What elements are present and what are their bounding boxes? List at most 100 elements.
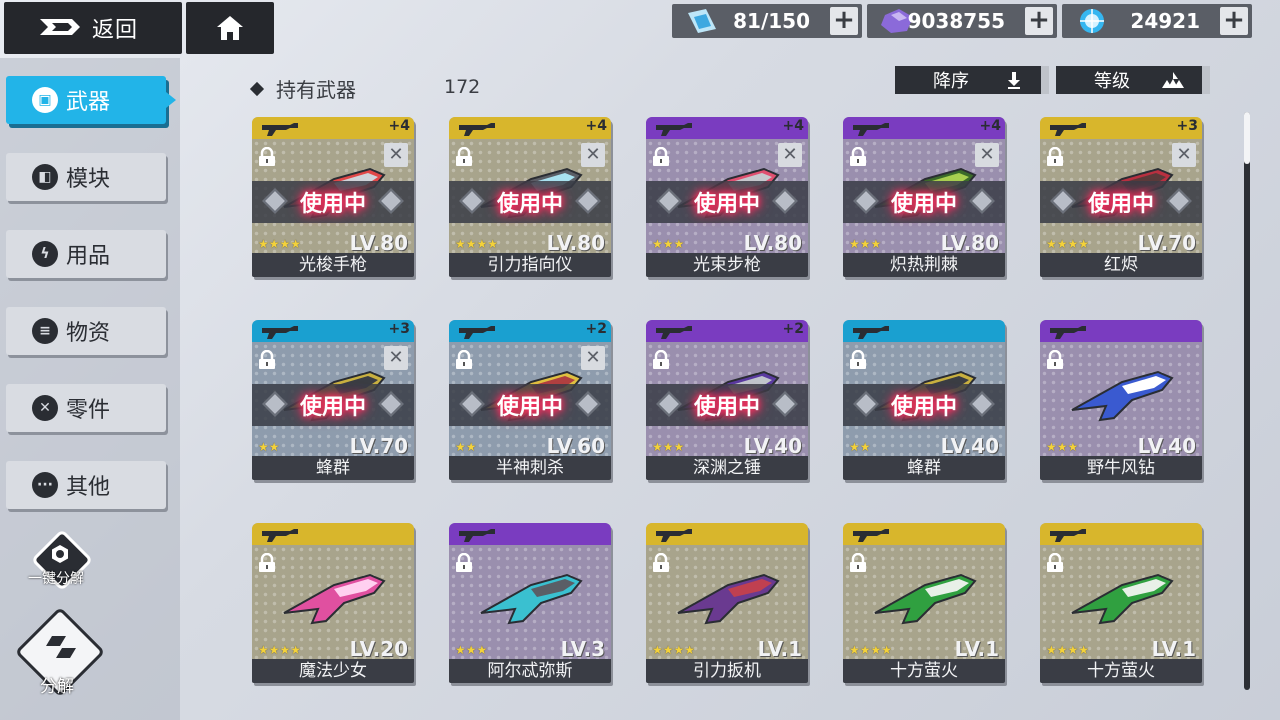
lock-icon[interactable]: [455, 553, 473, 573]
weapon-body: ✕ 使用中 ★★ LV.70: [252, 342, 414, 458]
in-use-label: 使用中: [496, 395, 563, 420]
lock-icon[interactable]: [455, 350, 473, 370]
weapon-body: ★★★ LV.40: [1040, 342, 1202, 458]
weapon-card[interactable]: +4 ✕ 使用中 ★★★★ LV.80: [449, 117, 611, 277]
home-icon: [217, 16, 243, 40]
download-arrow-icon: [1008, 72, 1020, 89]
lock-icon[interactable]: [652, 147, 670, 167]
weapon-card[interactable]: ★★★ LV.3 阿尔忒弥斯: [449, 523, 611, 683]
weapon-level: LV.60: [546, 434, 605, 458]
in-use-label: 使用中: [890, 395, 957, 420]
wrench-tool-icon[interactable]: ✕: [384, 346, 408, 370]
sidebar-item-label: 零件: [66, 398, 111, 423]
weapon-card[interactable]: +4 ✕ 使用中 ★★★ LV.80: [646, 117, 808, 277]
sidebar-item-parts[interactable]: ✕ 零件: [6, 384, 166, 432]
weapon-name: 光束步枪: [646, 253, 808, 277]
sidebar-item-modules[interactable]: ◧ 模块: [6, 153, 166, 201]
weapon-name: 引力指向仪: [449, 253, 611, 277]
weapon-level: LV.80: [940, 231, 999, 255]
rarity-tab: +2: [449, 320, 611, 342]
gun-type-icon: [853, 529, 889, 542]
sidebar-item-supplies[interactable]: ϟ 用品: [6, 230, 166, 278]
wrench-tool-icon[interactable]: ✕: [778, 143, 802, 167]
gun-type-icon: [459, 529, 495, 542]
add-stamina-button[interactable]: +: [830, 7, 858, 35]
sort-by-button[interactable]: 等级: [1056, 66, 1210, 94]
weapon-card[interactable]: +2 ✕ 使用中 ★★ LV.60 半神刺杀: [449, 320, 611, 480]
weapon-card[interactable]: ★★★★ LV.1 引力扳机: [646, 523, 808, 683]
star-rating: ★★: [258, 440, 280, 454]
rarity-tab: +3: [1040, 117, 1202, 139]
stamina-icon: [688, 9, 716, 33]
owned-weapons-label: 持有武器: [276, 78, 356, 102]
stamina-value: 81/150: [733, 9, 810, 33]
dismantle-button[interactable]: 分解: [14, 606, 108, 710]
lock-icon[interactable]: [652, 350, 670, 370]
lock-icon[interactable]: [849, 350, 867, 370]
lock-icon[interactable]: [455, 147, 473, 167]
wrench-tool-icon[interactable]: ✕: [384, 143, 408, 167]
sidebar-item-weapons[interactable]: ▣ 武器: [6, 76, 176, 124]
weapon-level: LV.1: [757, 637, 802, 661]
home-button[interactable]: [186, 2, 274, 54]
gun-type-icon: [459, 326, 495, 339]
wrench-tool-icon[interactable]: ✕: [581, 346, 605, 370]
in-use-label: 使用中: [299, 192, 366, 217]
weapon-name: 蜂群: [843, 456, 1005, 480]
more-icon: ···: [32, 472, 58, 498]
weapon-card[interactable]: +3 ✕ 使用中 ★★★★ LV.70 红烬: [1040, 117, 1202, 277]
wrench-tool-icon[interactable]: ✕: [581, 143, 605, 167]
weapon-card[interactable]: ★★★★ LV.1 十方萤火: [1040, 523, 1202, 683]
module-icon: ◧: [32, 164, 58, 190]
lock-icon[interactable]: [849, 147, 867, 167]
weapon-card[interactable]: ★★★★ LV.20 魔法少女: [252, 523, 414, 683]
wrench-tool-icon[interactable]: ✕: [1172, 143, 1196, 167]
wrench-tool-icon[interactable]: ✕: [975, 143, 999, 167]
lock-icon[interactable]: [258, 350, 276, 370]
weapon-level: LV.40: [1137, 434, 1196, 458]
weapon-card[interactable]: +4 ✕ 使用中 ★★★ LV.80: [843, 117, 1005, 277]
weapon-body: ★★★★ LV.1: [843, 545, 1005, 661]
lock-icon[interactable]: [1046, 553, 1064, 573]
wrench-icon: ✕: [32, 395, 58, 421]
weapon-level: LV.3: [560, 637, 605, 661]
weapon-card[interactable]: +4 ✕ 使用中 ★★★★ LV.80: [252, 117, 414, 277]
weapon-card[interactable]: ★★★ LV.40 野牛风钻: [1040, 320, 1202, 480]
scrollbar-thumb[interactable]: [1244, 112, 1250, 164]
add-crystal-button[interactable]: +: [1025, 7, 1053, 35]
lock-icon[interactable]: [258, 147, 276, 167]
lock-icon[interactable]: [258, 553, 276, 573]
weapon-card[interactable]: +2 使用中 ★★★ LV.40 深渊之锤: [646, 320, 808, 480]
quick-dismantle-button[interactable]: 一键分解: [24, 526, 96, 598]
weapon-card[interactable]: 使用中 ★★ LV.40 蜂群: [843, 320, 1005, 480]
sort-order-button[interactable]: 降序: [895, 66, 1049, 94]
sidebar-item-materials[interactable]: ≡ 物资: [6, 307, 166, 355]
back-button[interactable]: 返回: [4, 2, 182, 54]
weapon-image: [1071, 370, 1174, 422]
lock-icon[interactable]: [652, 553, 670, 573]
dismantle-icon: [46, 636, 76, 658]
diamond-bullet-icon: [249, 81, 265, 96]
lock-icon[interactable]: [1046, 147, 1064, 167]
gun-type-icon: [853, 326, 889, 339]
scrollbar[interactable]: [1244, 112, 1250, 690]
weapon-body: ✕ 使用中 ★★★ LV.80: [646, 139, 808, 255]
star-rating: ★★: [849, 440, 871, 454]
sidebar-item-other[interactable]: ··· 其他: [6, 461, 166, 509]
weapon-name: 半神刺杀: [449, 456, 611, 480]
star-rating: ★★★★: [1046, 643, 1090, 657]
quick-dismantle-label: 一键分解: [28, 571, 84, 587]
weapon-card[interactable]: +3 ✕ 使用中 ★★ LV.70 蜂群: [252, 320, 414, 480]
add-energy-button[interactable]: +: [1220, 7, 1248, 35]
gun-type-icon: [262, 326, 298, 339]
lock-icon[interactable]: [849, 553, 867, 573]
weapon-body: ✕ 使用中 ★★ LV.60: [449, 342, 611, 458]
rarity-tab: [1040, 523, 1202, 545]
lock-icon[interactable]: [1046, 350, 1064, 370]
back-label: 返回: [92, 18, 139, 43]
enhance-level: +2: [782, 321, 804, 337]
weapon-image: [480, 573, 583, 625]
gun-type-icon: [262, 529, 298, 542]
weapon-card[interactable]: ★★★★ LV.1 十方萤火: [843, 523, 1005, 683]
rarity-tab: [843, 320, 1005, 342]
